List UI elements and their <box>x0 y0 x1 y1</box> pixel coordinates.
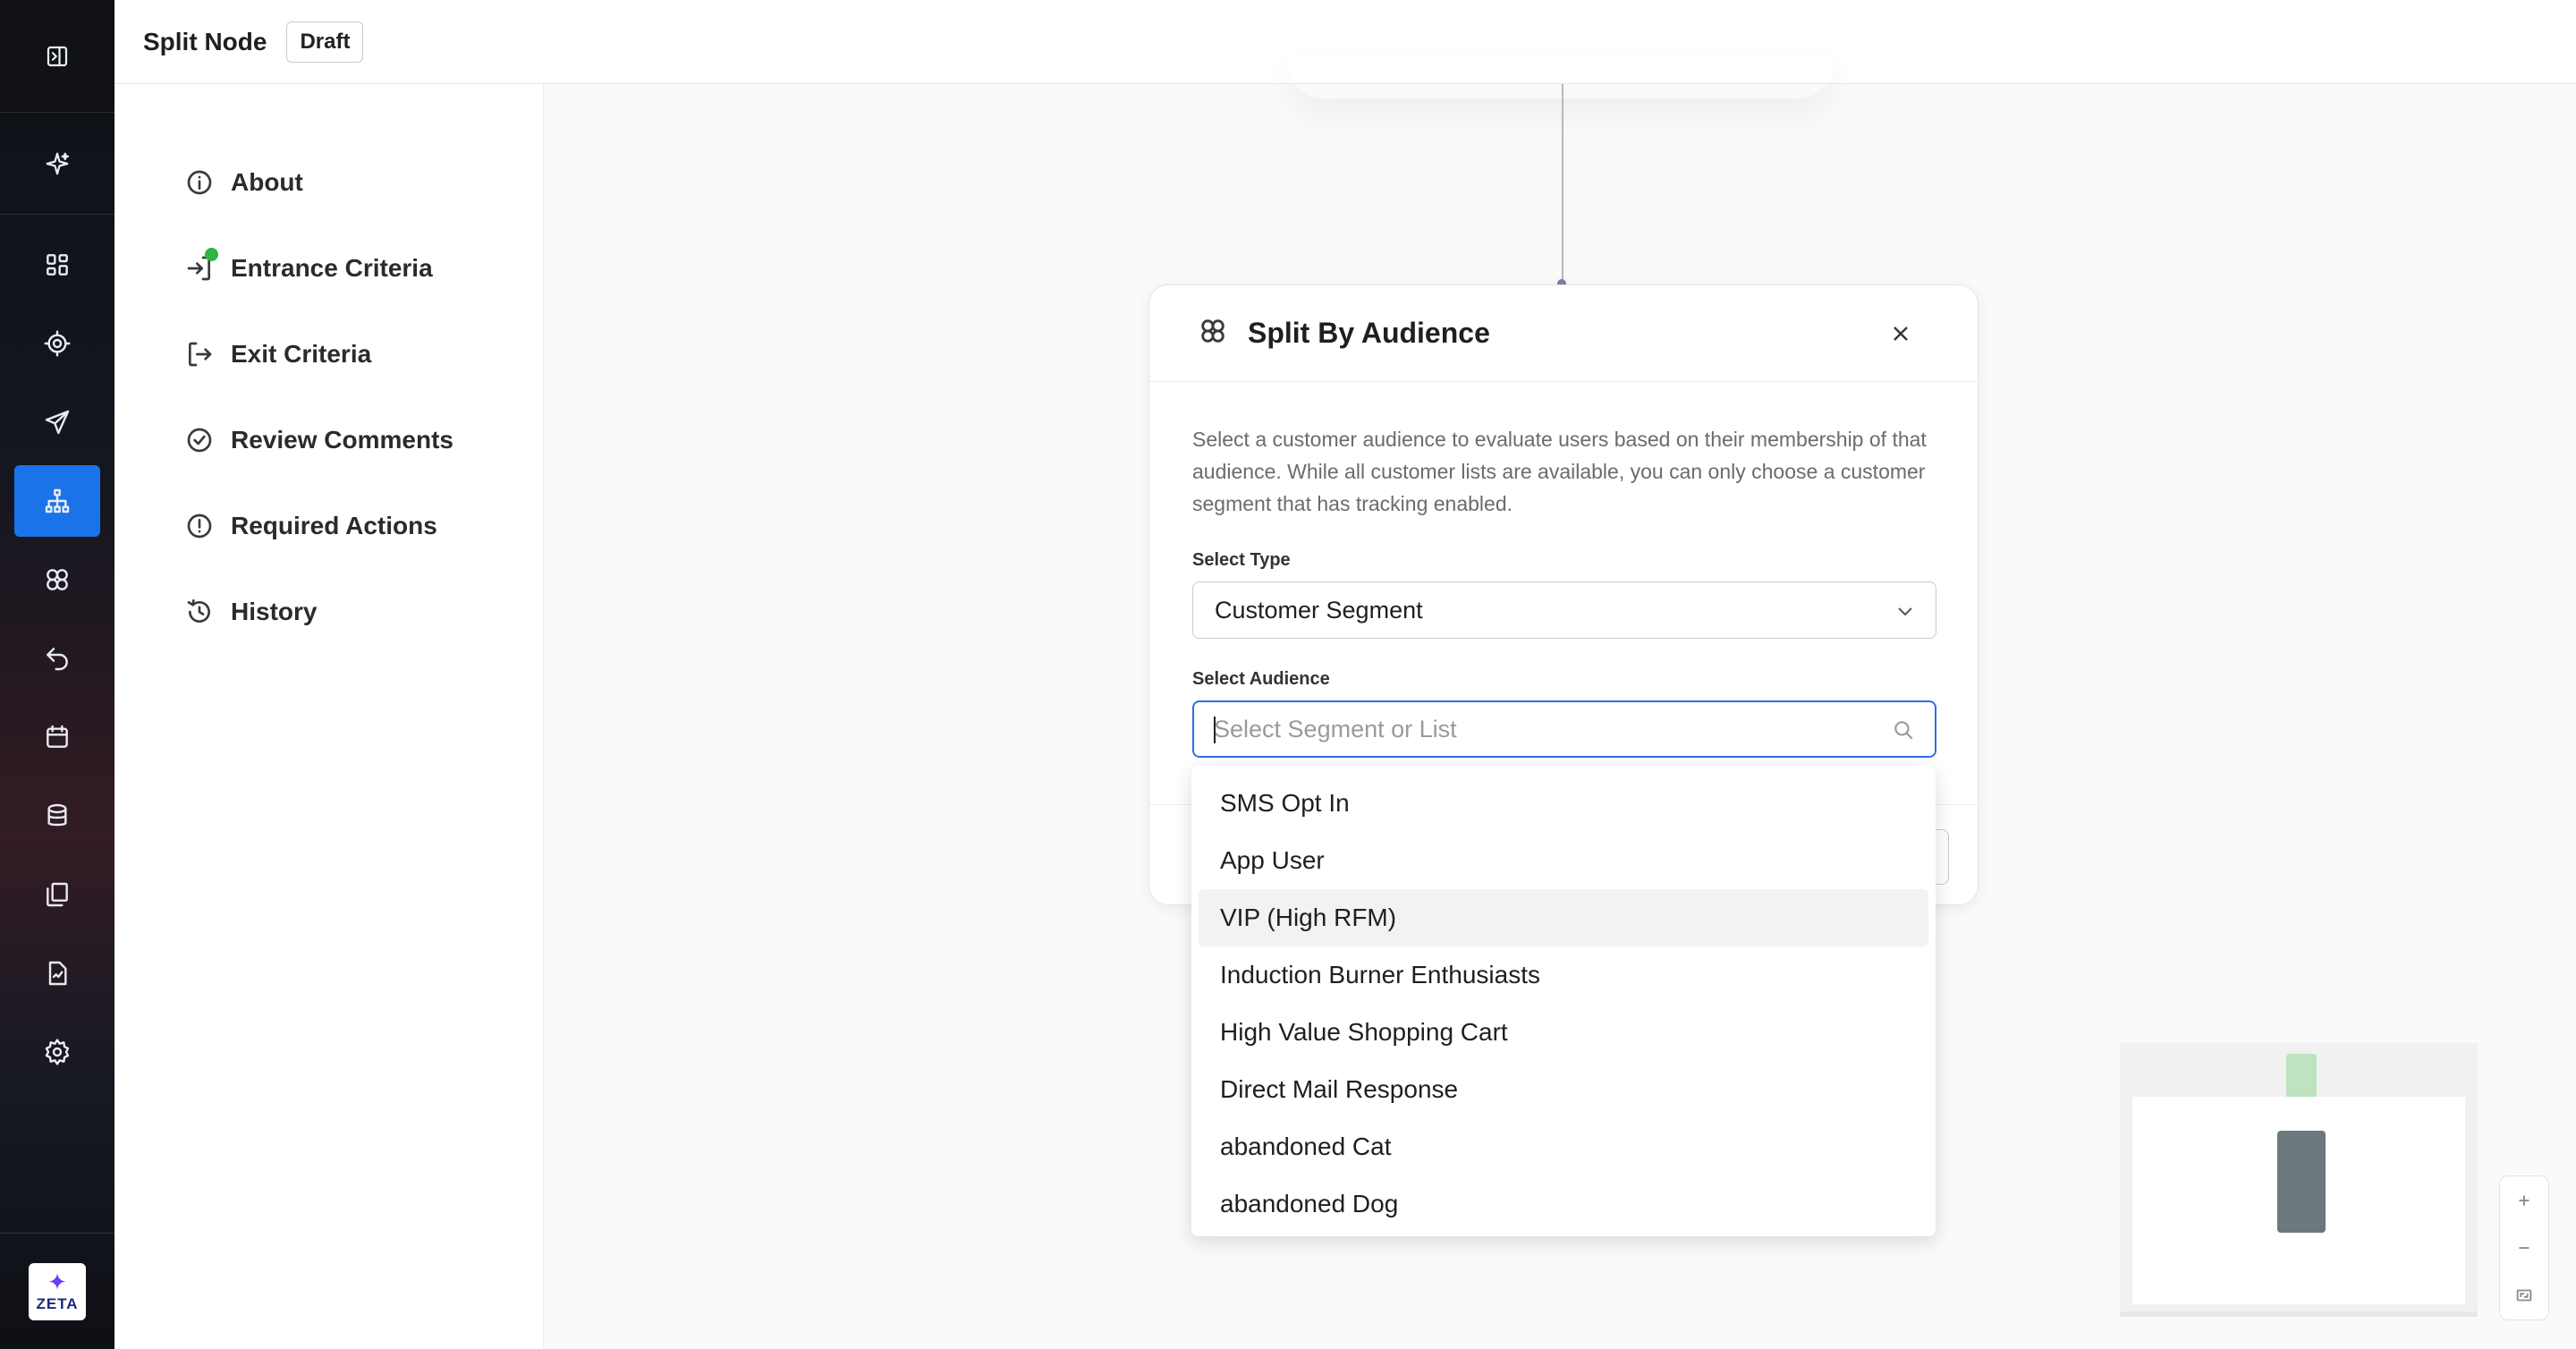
fit-view-button[interactable] <box>2499 1272 2549 1319</box>
list-item[interactable]: abandoned Dog <box>1199 1175 1928 1233</box>
dialog-description: Select a customer audience to evaluate u… <box>1192 428 1927 515</box>
side-item-required-actions[interactable]: Required Actions <box>114 483 543 569</box>
side-item-label: About <box>231 168 303 196</box>
canvas-minimap[interactable] <box>2120 1043 2478 1317</box>
ai-assistant-button[interactable] <box>0 113 114 215</box>
rail-item-campaigns[interactable] <box>14 386 100 458</box>
audience-options-list: SMS Opt In App User VIP (High RFM) Induc… <box>1191 766 1936 1236</box>
sparkle-icon <box>46 152 69 174</box>
chevron-down-icon <box>1898 607 1912 616</box>
exit-icon <box>189 342 212 367</box>
side-item-label: History <box>231 598 318 625</box>
complete-status-dot <box>205 248 218 261</box>
zeta-logo[interactable]: ✦ ZETA <box>29 1262 86 1320</box>
list-item[interactable]: High Value Shopping Cart <box>1199 1004 1928 1061</box>
rail-item-journeys[interactable] <box>14 465 100 537</box>
close-icon <box>1894 327 1908 341</box>
sidebar-toggle-icon <box>47 46 68 66</box>
rail-item-library[interactable] <box>14 859 100 930</box>
minimap-split-node <box>2277 1131 2326 1233</box>
collapse-sidebar-button[interactable] <box>0 0 114 113</box>
grid-dashboard-icon <box>47 254 68 276</box>
rail-item-flows[interactable] <box>14 623 100 694</box>
rail-item-calendar[interactable] <box>14 701 100 773</box>
connector-line <box>1562 84 1563 283</box>
journey-tree-icon <box>45 488 70 513</box>
rail-item-settings[interactable] <box>14 1016 100 1088</box>
dialog-title: Split By Audience <box>1248 317 1490 349</box>
dialog-body: Select a customer audience to evaluate u… <box>1149 382 1978 758</box>
dialog-header: Split By Audience <box>1149 285 1978 382</box>
list-item[interactable]: Induction Burner Enthusiasts <box>1199 946 1928 1004</box>
logo-text: ZETA <box>36 1294 79 1312</box>
zoom-in-button[interactable] <box>2499 1176 2549 1224</box>
side-item-label: Entrance Criteria <box>231 254 433 282</box>
check-circle-icon <box>187 428 212 453</box>
send-icon <box>45 410 70 435</box>
list-item[interactable]: App User <box>1199 832 1928 889</box>
close-button[interactable] <box>1886 319 1915 348</box>
side-item-about[interactable]: About <box>114 140 543 225</box>
side-item-label: Review Comments <box>231 426 453 454</box>
database-icon <box>47 803 67 827</box>
status-badge: Draft <box>286 21 364 63</box>
rail-item-data[interactable] <box>14 780 100 852</box>
audience-icon <box>47 569 68 590</box>
rail-item-dashboard[interactable] <box>14 229 100 301</box>
alert-circle-icon <box>187 513 212 539</box>
page-title: Split Node <box>143 27 267 55</box>
list-item[interactable]: VIP (High RFM) <box>1199 889 1928 946</box>
node-side-menu: About Entrance Criteria Exit Criteria Re… <box>114 84 544 1349</box>
select-type-label: Select Type <box>1192 550 1291 570</box>
rail-item-reports[interactable] <box>14 938 100 1009</box>
plus-icon <box>2519 1195 2529 1206</box>
select-audience-label: Select Audience <box>1192 669 1330 689</box>
side-item-review-comments[interactable]: Review Comments <box>114 397 543 483</box>
side-item-history[interactable]: History <box>114 569 543 655</box>
list-item[interactable]: abandoned Cat <box>1199 1118 1928 1175</box>
audience-search-input[interactable] <box>1194 704 1874 754</box>
info-icon <box>187 170 212 195</box>
list-item[interactable]: SMS Opt In <box>1199 775 1928 832</box>
zoom-controls <box>2499 1175 2549 1320</box>
node-shadow <box>1288 54 1834 98</box>
audience-icon <box>1201 319 1224 343</box>
calendar-icon <box>47 725 68 748</box>
rail-item-targeting[interactable] <box>14 308 100 379</box>
left-nav-rail: ✦ ZETA <box>0 0 114 1349</box>
fit-view-icon <box>2516 1289 2532 1302</box>
side-item-label: Required Actions <box>231 512 437 539</box>
audience-search-field[interactable] <box>1192 700 1936 758</box>
zoom-out-button[interactable] <box>2499 1224 2549 1271</box>
report-icon <box>48 961 67 986</box>
text-caret <box>1214 717 1216 743</box>
minimap-scrollbar[interactable] <box>2120 1311 2478 1317</box>
target-icon <box>44 330 71 357</box>
search-icon <box>1894 721 1913 740</box>
history-icon <box>187 599 210 623</box>
select-type-value: Customer Segment <box>1215 596 1423 624</box>
library-icon <box>47 882 68 907</box>
undo-flow-icon <box>47 648 68 671</box>
select-type-dropdown[interactable]: Customer Segment <box>1192 581 1936 639</box>
list-item[interactable]: Direct Mail Response <box>1199 1061 1928 1118</box>
logo-area: ✦ ZETA <box>0 1233 114 1349</box>
side-item-entrance-criteria[interactable]: Entrance Criteria <box>114 225 543 311</box>
side-item-exit-criteria[interactable]: Exit Criteria <box>114 311 543 397</box>
rail-item-audiences[interactable] <box>14 544 100 615</box>
settings-icon <box>45 1039 70 1065</box>
minus-icon <box>2519 1247 2529 1249</box>
side-item-label: Exit Criteria <box>231 340 372 368</box>
